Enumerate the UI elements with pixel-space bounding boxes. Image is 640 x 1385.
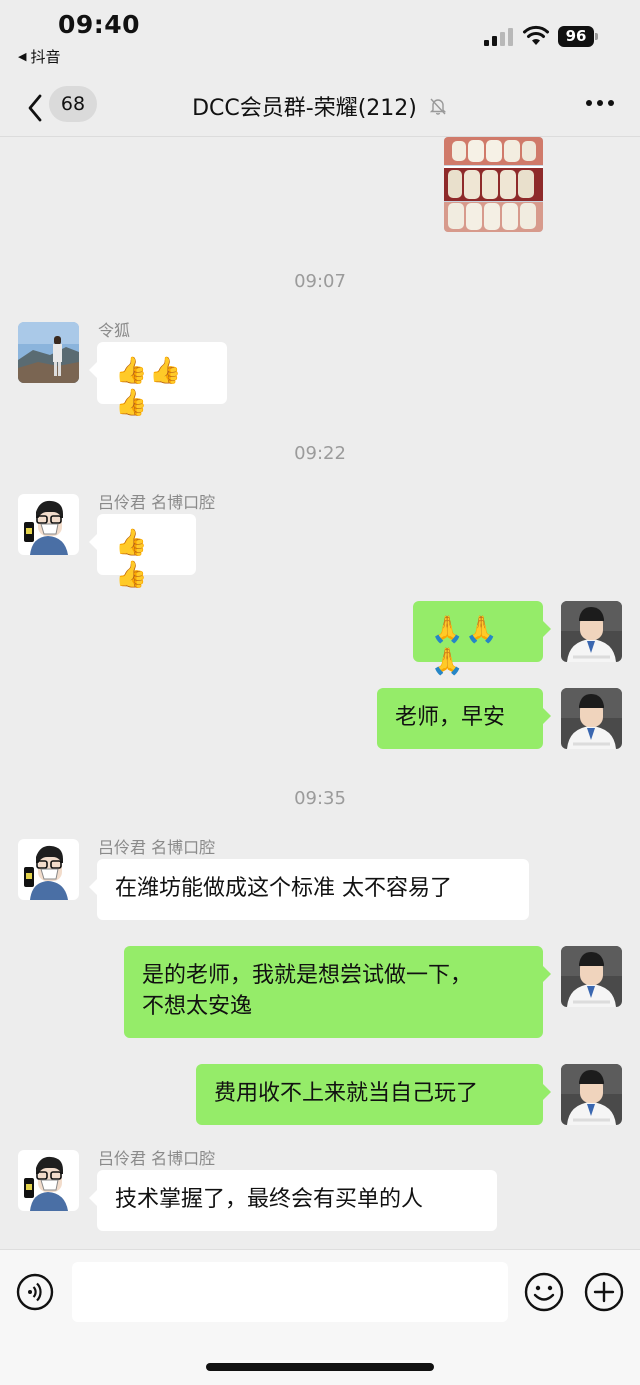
emoji-icon[interactable] (524, 1272, 564, 1312)
timestamp: 09:07 (294, 271, 346, 292)
status-time: 09:40 (58, 10, 141, 39)
message-text: 费用收不上来就当自己玩了 (214, 1081, 479, 1106)
battery-indicator: 96 (558, 26, 598, 47)
voice-icon[interactable] (16, 1273, 54, 1311)
message-text: 👍👍 (115, 528, 150, 590)
message-bubble-mine[interactable]: 费用收不上来就当自己玩了 (196, 1064, 551, 1125)
message-bubble-mine[interactable]: 🙏🙏🙏 (413, 601, 551, 677)
avatar-self[interactable] (561, 1064, 622, 1125)
cellular-signal-icon (484, 28, 514, 46)
message-bubble[interactable]: 在潍坊能做成这个标准 太不容易了 (89, 859, 529, 920)
avatar-self[interactable] (561, 688, 622, 749)
message-text: 👍👍👍 (115, 356, 184, 418)
avatar-self[interactable] (561, 601, 622, 662)
chat-title: DCC会员群-荣耀(212) (0, 90, 640, 122)
message-input[interactable] (72, 1262, 508, 1322)
message-text: 老师，早安 (395, 705, 506, 730)
avatar-linghu[interactable] (18, 322, 79, 383)
back-to-app[interactable]: ◀ 抖音 (18, 46, 60, 67)
chat-title-text: DCC会员群-荣耀(212) (192, 96, 417, 121)
input-bar (0, 1249, 640, 1385)
avatar-lvlingjun[interactable] (18, 839, 79, 900)
message-text-line2: 不想太安逸 (142, 994, 253, 1019)
avatar-lvlingjun[interactable] (18, 1150, 79, 1211)
chat-header: 68 DCC会员群-荣耀(212) (0, 80, 640, 137)
sender-name: 吕伶君 名博口腔 (98, 1149, 216, 1168)
message-bubble-mine[interactable]: 老师，早安 (377, 688, 551, 749)
sender-name: 令狐 (98, 321, 131, 340)
wifi-icon (523, 25, 549, 45)
message-bubble[interactable]: 👍👍👍 (89, 342, 227, 418)
message-text-line1: 是的老师，我就是想尝试做一下， (142, 963, 473, 988)
message-bubble[interactable]: 技术掌握了，最终会有买单的人 (89, 1170, 497, 1231)
sender-name: 吕伶君 名博口腔 (98, 493, 216, 512)
plus-icon[interactable] (584, 1272, 624, 1312)
message-bubble-mine[interactable]: 是的老师，我就是想尝试做一下， 不想太安逸 (124, 946, 551, 1038)
message-text: 🙏🙏🙏 (431, 615, 500, 677)
timestamp: 09:35 (294, 788, 346, 809)
teeth-photo-message[interactable] (444, 137, 543, 232)
back-app-label: 抖音 (30, 48, 61, 66)
more-icon[interactable] (586, 100, 614, 106)
status-bar: 09:40 ◀ 抖音 96 (0, 0, 640, 80)
timestamp: 09:22 (294, 443, 346, 464)
back-triangle-icon: ◀ (18, 50, 27, 63)
sender-name: 吕伶君 名博口腔 (98, 838, 216, 857)
message-text: 在潍坊能做成这个标准 太不容易了 (115, 876, 452, 901)
message-bubble[interactable]: 👍👍 (89, 514, 196, 590)
home-indicator[interactable] (206, 1363, 434, 1371)
mute-bell-icon (429, 98, 447, 115)
message-list[interactable]: 09:07 令狐 👍👍👍 09:22 吕伶君 名博口腔 👍👍 🙏🙏🙏 老师，早安… (0, 137, 640, 1249)
message-text: 技术掌握了，最终会有买单的人 (115, 1187, 424, 1212)
avatar-self[interactable] (561, 946, 622, 1007)
avatar-lvlingjun[interactable] (18, 494, 79, 555)
